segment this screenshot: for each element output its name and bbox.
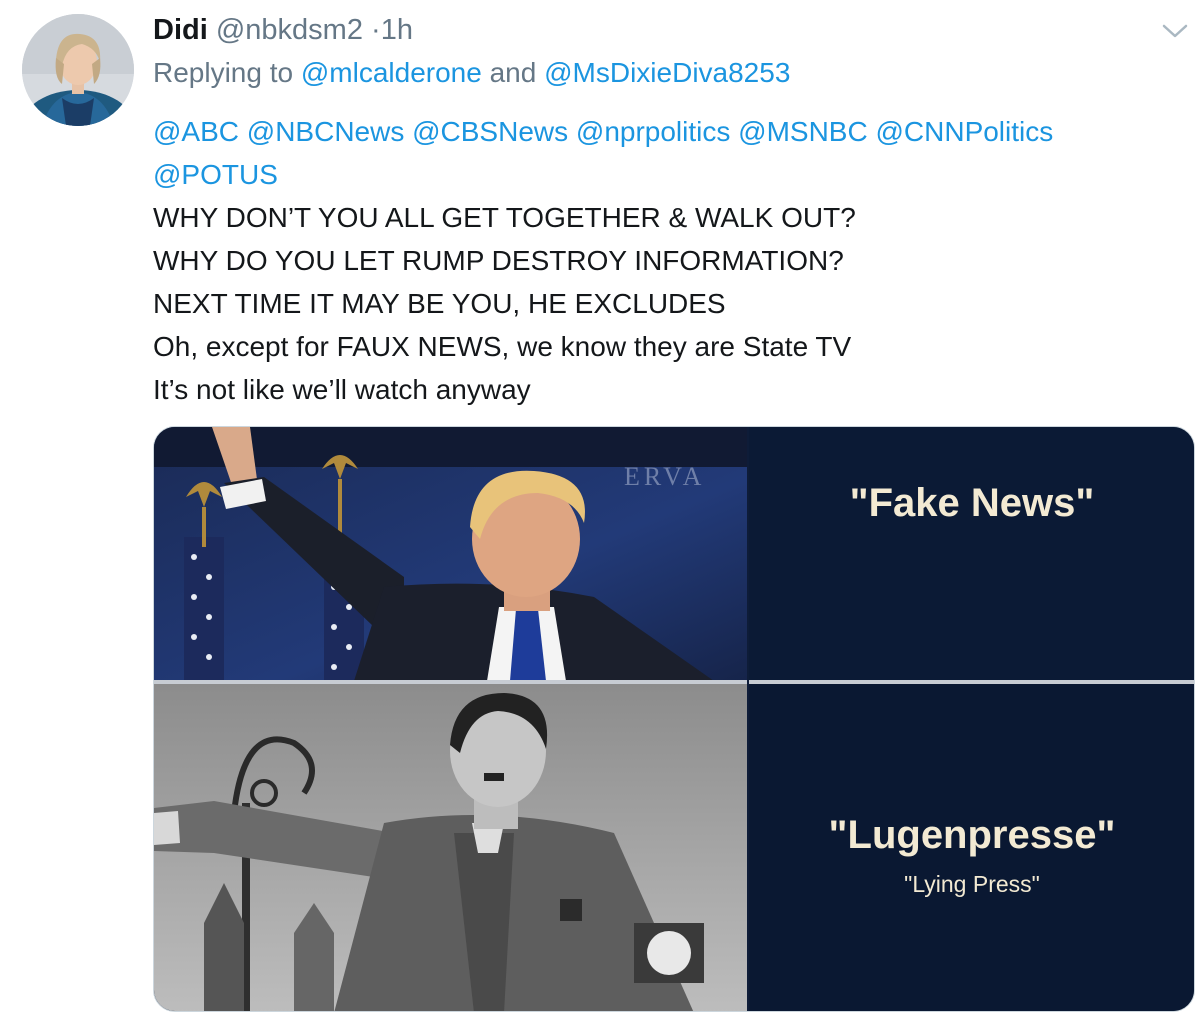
- replying-to: Replying to @mlcalderone and @MsDixieDiv…: [153, 55, 790, 91]
- mentions-line[interactable]: @POTUS: [153, 153, 1173, 196]
- avatar[interactable]: [22, 14, 134, 126]
- reply-user-link[interactable]: @MsDixieDiva8253: [544, 57, 790, 88]
- reply-and: and: [489, 57, 537, 88]
- text-line: WHY DO YOU LET RUMP DESTROY INFORMATION?: [153, 245, 844, 276]
- bottom-caption-panel: "Lugenpresse" "Lying Press": [748, 683, 1194, 1011]
- avatar-photo: [22, 14, 134, 126]
- backdrop-text: ERVA: [624, 462, 705, 491]
- top-caption-panel: "Fake News": [748, 427, 1194, 681]
- text-line: WHY DON’T YOU ALL GET TOGETHER & WALK OU…: [153, 202, 856, 233]
- reply-user-link[interactable]: @mlcalderone: [301, 57, 482, 88]
- time-separator: ·: [371, 14, 381, 46]
- top-caption: "Fake News": [849, 481, 1095, 525]
- chevron-down-icon: [1162, 24, 1188, 38]
- replying-prefix: Replying to: [153, 57, 294, 88]
- image-divider: [154, 680, 1194, 684]
- text-line: It’s not like we’ll watch anyway: [153, 374, 531, 405]
- mentions-line[interactable]: @ABC @NBCNews @CBSNews @nprpolitics @MSN…: [153, 110, 1173, 153]
- text-line: NEXT TIME IT MAY BE YOU, HE EXCLUDES: [153, 288, 726, 319]
- user-handle[interactable]: @nbkdsm2: [216, 14, 363, 46]
- tweet-header: Didi @nbkdsm2 ·1h: [153, 12, 413, 48]
- bottom-subcaption: "Lying Press": [904, 871, 1040, 897]
- timestamp[interactable]: 1h: [381, 14, 413, 46]
- display-name[interactable]: Didi: [153, 14, 208, 46]
- tweet-text: @ABC @NBCNews @CBSNews @nprpolitics @MSN…: [153, 110, 1173, 411]
- image-divider: [747, 427, 749, 1011]
- tweet-image[interactable]: ERVA "Fake News" "Lugenpresse" "Lying Pr…: [153, 426, 1195, 1012]
- tweet-menu-button[interactable]: [1160, 20, 1190, 42]
- text-line: Oh, except for FAUX NEWS, we know they a…: [153, 331, 852, 362]
- bottom-caption: "Lugenpresse": [828, 813, 1116, 857]
- top-photo: ERVA: [154, 427, 748, 681]
- bottom-photo: [154, 683, 748, 1011]
